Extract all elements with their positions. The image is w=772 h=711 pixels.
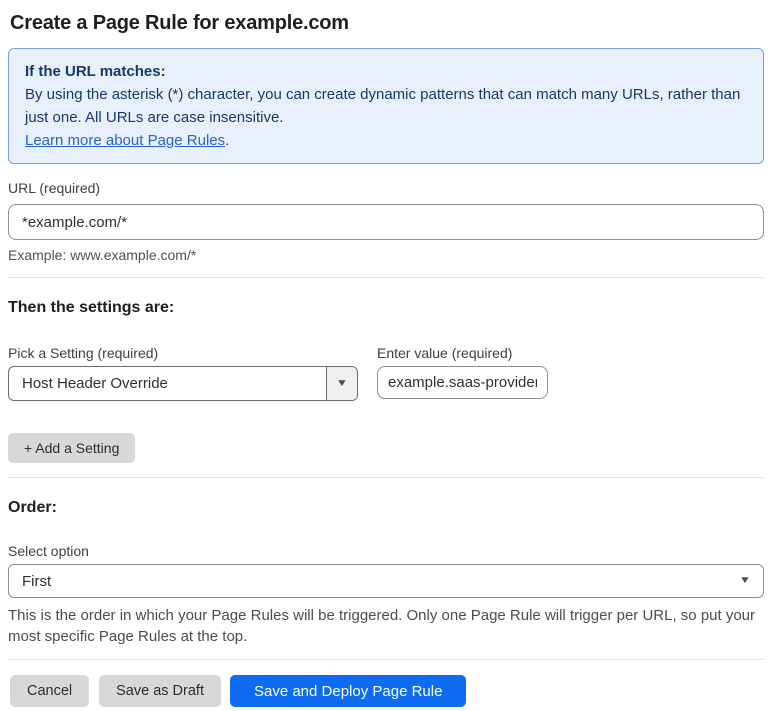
divider [8,477,764,478]
chevron-down-icon: ▼ [335,377,349,389]
order-section-heading: Order: [8,499,57,516]
footer-actions: Cancel Save as Draft Save and Deploy Pag… [8,675,764,707]
setting-value-label: Enter value (required) [377,345,513,361]
url-input[interactable] [8,204,764,240]
setting-select[interactable]: Host Header Override ▼ [8,366,358,401]
setting-select-column: Pick a Setting (required) Host Header Ov… [8,318,358,401]
order-select-value: First [22,572,52,590]
settings-row: Pick a Setting (required) Host Header Ov… [8,318,764,401]
url-example-text: Example: www.example.com/* [8,247,197,263]
url-match-info-box: If the URL matches: By using the asteris… [8,48,764,164]
info-box-body: By using the asterisk (*) character, you… [25,86,741,126]
url-label: URL (required) [8,180,101,196]
learn-more-link[interactable]: Learn more about Page Rules [25,132,225,149]
link-suffix: . [225,132,230,149]
cancel-button[interactable]: Cancel [10,675,90,707]
info-box-heading: If the URL matches: [25,63,166,80]
setting-value-column: Enter value (required) [377,324,548,399]
save-draft-button[interactable]: Save as Draft [99,675,221,707]
setting-value-input[interactable] [377,366,548,399]
info-box-link-line: Learn more about Page Rules. [25,129,747,152]
order-select[interactable]: First ▼ [8,564,764,598]
setting-select-label: Pick a Setting (required) [8,345,159,361]
settings-section-heading: Then the settings are: [8,299,175,316]
divider [8,659,764,660]
divider [8,277,764,278]
add-setting-button[interactable]: + Add a Setting [8,433,136,463]
page-rule-form: Create a Page Rule for example.com If th… [0,0,772,707]
order-select-label: Select option [8,543,89,559]
page-title: Create a Page Rule for example.com [10,12,349,34]
chevron-down-icon: ▼ [738,575,752,586]
setting-select-arrow-cell[interactable]: ▼ [326,367,357,400]
setting-select-value: Host Header Override [22,375,168,392]
order-help-text: This is the order in which your Page Rul… [8,607,756,645]
save-deploy-button[interactable]: Save and Deploy Page Rule [229,675,467,707]
